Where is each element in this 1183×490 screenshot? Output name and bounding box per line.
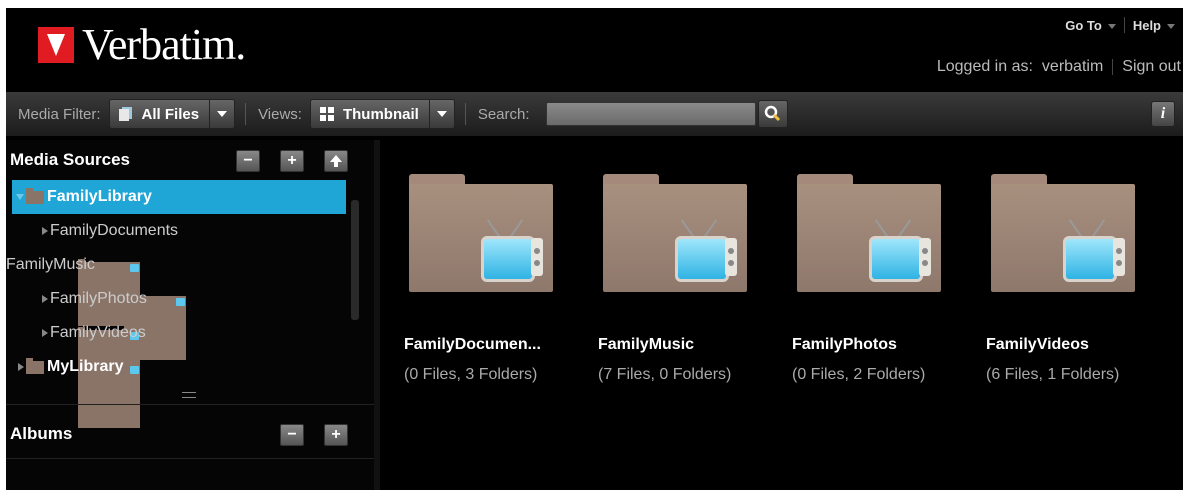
goto-label: Go To bbox=[1065, 17, 1102, 33]
divider bbox=[245, 103, 247, 125]
logged-in-label: Logged in as: bbox=[936, 58, 1033, 75]
expand-arrow-icon bbox=[16, 194, 24, 200]
tree-item-label: FamilyMusic bbox=[6, 256, 95, 273]
media-sources-tree: FamilyLibrary FamilyDocuments FamilyMusi… bbox=[6, 180, 356, 428]
sidebar: Media Sources − + FamilyLibrary FamilyDo… bbox=[6, 140, 380, 490]
verbatim-logo[interactable]: Verbatim. bbox=[38, 20, 246, 70]
grid-icon bbox=[319, 106, 335, 122]
divider bbox=[6, 458, 374, 459]
remove-source-button[interactable]: − bbox=[236, 150, 260, 172]
media-filter-dropdown[interactable]: All Files bbox=[108, 99, 236, 129]
tree-item-mylibrary[interactable]: MyLibrary bbox=[6, 350, 356, 384]
expand-arrow-icon[interactable] bbox=[18, 363, 24, 371]
albums-header: Albums bbox=[6, 416, 374, 452]
header: Verbatim. Go To Help Logged in as: verba… bbox=[6, 8, 1183, 86]
tree-item-label: FamilyPhotos bbox=[50, 290, 147, 307]
goto-menu[interactable]: Go To bbox=[1065, 18, 1116, 33]
divider bbox=[1112, 59, 1114, 75]
plus-icon: + bbox=[287, 152, 297, 169]
tree-item-familydocuments[interactable]: FamilyDocuments bbox=[6, 214, 356, 326]
folder-meta: (7 Files, 0 Folders) bbox=[598, 366, 732, 383]
media-folder-tv-icon bbox=[603, 174, 747, 292]
chevron-down-icon bbox=[428, 100, 454, 128]
signout-link[interactable]: Sign out bbox=[1122, 58, 1181, 76]
expand-arrow-icon[interactable] bbox=[42, 227, 48, 235]
tree-item-familylibrary[interactable]: FamilyLibrary bbox=[12, 180, 346, 214]
views-value: Thumbnail bbox=[342, 105, 419, 123]
media-folder-tv-icon bbox=[797, 174, 941, 292]
top-links: Go To Help bbox=[1065, 17, 1175, 33]
expand-arrow-icon[interactable] bbox=[42, 295, 48, 303]
app-window: Verbatim. Go To Help Logged in as: verba… bbox=[6, 8, 1183, 490]
help-menu[interactable]: Help bbox=[1133, 18, 1175, 33]
media-filter-value: All Files bbox=[141, 105, 200, 123]
media-filter-label: Media Filter: bbox=[18, 105, 101, 123]
media-folder-tv-icon bbox=[409, 174, 553, 292]
tree-item-familyvideos[interactable]: FamilyVideos bbox=[6, 316, 356, 428]
search-icon bbox=[764, 105, 780, 122]
divider bbox=[464, 103, 466, 125]
tree-item-familyphotos[interactable]: FamilyPhotos bbox=[6, 282, 356, 394]
minus-icon: − bbox=[287, 426, 297, 443]
tree-item-label: MyLibrary bbox=[47, 358, 124, 375]
help-label: Help bbox=[1132, 17, 1161, 33]
folder-name: FamilyPhotos bbox=[792, 336, 897, 353]
upload-button[interactable] bbox=[324, 150, 348, 172]
add-album-button[interactable]: + bbox=[324, 424, 348, 446]
media-folder-tv-icon bbox=[991, 174, 1135, 292]
views-dropdown[interactable]: Thumbnail bbox=[309, 99, 455, 129]
add-source-button[interactable]: + bbox=[280, 150, 304, 172]
arrow-up-icon bbox=[330, 155, 342, 167]
albums-title: Albums bbox=[10, 424, 73, 443]
chevron-down-icon bbox=[1107, 23, 1116, 29]
folder-icon bbox=[26, 357, 44, 374]
tree-scrollbar[interactable] bbox=[350, 184, 360, 378]
remove-album-button[interactable]: − bbox=[280, 424, 304, 446]
resize-grip-icon[interactable] bbox=[182, 392, 196, 398]
minus-icon: − bbox=[243, 152, 253, 169]
chevron-down-icon bbox=[1167, 23, 1175, 29]
search-label: Search: bbox=[477, 105, 530, 123]
username: verbatim bbox=[1041, 58, 1104, 75]
scrollbar-thumb[interactable] bbox=[351, 200, 359, 320]
media-sources-title: Media Sources bbox=[10, 150, 130, 169]
media-sources-header: Media Sources bbox=[6, 142, 374, 178]
thumbnail-grid: FamilyDocumen... (0 Files, 3 Folders) Fa… bbox=[384, 140, 1183, 490]
folder-meta: (0 Files, 2 Folders) bbox=[792, 366, 926, 383]
folder-name: FamilyMusic bbox=[598, 336, 695, 353]
chevron-down-icon bbox=[209, 100, 234, 128]
views-label: Views: bbox=[258, 105, 302, 123]
folder-name: FamilyDocumen... bbox=[404, 336, 541, 353]
folder-icon bbox=[26, 187, 44, 204]
verbatim-v-logo-icon bbox=[38, 27, 74, 63]
tree-item-label: FamilyLibrary bbox=[47, 188, 152, 205]
divider bbox=[1123, 17, 1125, 33]
divider bbox=[6, 404, 374, 405]
toolbar: Media Filter: All Files Views: Thumbnail… bbox=[6, 92, 1183, 136]
search-input[interactable] bbox=[545, 102, 756, 126]
info-button[interactable]: i bbox=[1151, 101, 1175, 127]
tree-item-label: FamilyVideos bbox=[50, 324, 146, 341]
plus-icon: + bbox=[331, 426, 341, 443]
user-row: Logged in as: verbatim Sign out bbox=[937, 58, 1181, 76]
folder-meta: (0 Files, 3 Folders) bbox=[404, 366, 538, 383]
tree-item-familymusic[interactable]: FamilyMusic bbox=[6, 248, 356, 360]
folder-meta: (6 Files, 1 Folders) bbox=[986, 366, 1120, 383]
files-icon bbox=[118, 106, 134, 122]
folder-name: FamilyVideos bbox=[986, 336, 1089, 353]
tree-item-label: FamilyDocuments bbox=[50, 222, 179, 239]
brand-name: Verbatim. bbox=[82, 20, 246, 69]
expand-arrow-icon[interactable] bbox=[42, 329, 48, 337]
search-button[interactable] bbox=[757, 100, 788, 128]
